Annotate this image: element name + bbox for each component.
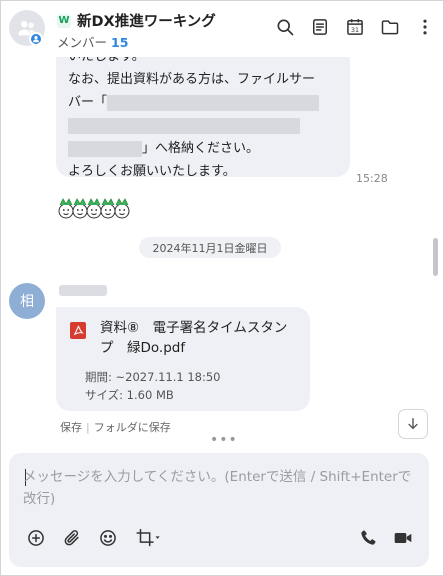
message-line: なお、提出資料がある方は、ファイルサー [68,72,316,87]
search-icon[interactable] [273,15,297,39]
message-time: 15:28 [356,172,388,185]
group-badge [29,32,43,46]
attach-icon[interactable] [61,527,83,549]
file-actions: 保存 | フォルダに保存 [60,419,171,435]
composer-tools [25,527,163,549]
arrow-down-icon [408,418,418,430]
more-indicator: ••• [210,432,238,447]
file-name[interactable]: 資料⑧ 電子署名タイムスタンプ 緑Do.pdf [100,318,300,358]
folder-icon[interactable] [378,15,402,39]
message-list[interactable]: いたします。 なお、提出資料がある方は、ファイルサー バー「 」へ格納ください。… [1,57,443,447]
message-text: 」へ格納ください。 [142,141,260,156]
message-line: 」へ格納ください。 [68,137,338,160]
sticker-faces-icon [58,198,130,219]
calendar-icon[interactable]: 31 [343,15,367,39]
message-line: よろしくお願いいたします。 [68,164,236,179]
pdf-file-icon [70,322,86,339]
calendar-day: 31 [351,27,359,34]
notes-icon[interactable] [308,15,332,39]
sticker-message[interactable] [57,197,131,221]
room-title-row[interactable]: W 新DX推進ワーキング [57,10,216,31]
file-expiry: 期間: ~2027.11.1 18:50 [85,370,221,384]
date-divider: 2024年11月1日金曜日 [139,237,281,258]
message-line: いたします。 [68,57,338,68]
message-composer [9,453,429,567]
crop-icon[interactable] [133,527,163,549]
chat-window: W 新DX推進ワーキング メンバー15 31 いたしま [0,0,444,576]
message-text: バー「 [68,95,108,110]
person-badge-icon [32,36,40,43]
redacted-text [68,140,142,157]
separator: | [86,420,90,434]
save-to-folder-link[interactable]: フォルダに保存 [94,419,171,435]
redacted-text [68,117,300,134]
file-size: サイズ: 1.60 MB [85,388,174,402]
file-meta: 期間: ~2027.11.1 18:50 サイズ: 1.60 MB [85,368,221,404]
works-logo-icon: W [57,13,71,28]
more-icon[interactable] [413,15,437,39]
chat-header: W 新DX推進ワーキング メンバー 15 31 [1,1,443,57]
member-count: 15 [111,35,129,50]
avatar[interactable]: 相 [9,283,45,319]
message-input[interactable] [23,466,418,510]
message-line [68,114,338,137]
video-icon[interactable] [392,527,414,549]
sender-name-redacted [59,285,107,296]
scroll-to-bottom-button[interactable] [398,409,428,439]
scrollbar[interactable] [433,238,438,276]
members-label: メンバー [57,35,108,50]
header-actions: 31 [273,15,437,39]
member-count-row[interactable]: メンバー 15 [57,32,128,51]
file-message-bubble[interactable]: 資料⑧ 電子署名タイムスタンプ 緑Do.pdf 期間: ~2027.11.1 1… [56,307,310,411]
emoji-icon[interactable] [97,527,119,549]
redacted-text [107,94,320,111]
save-link[interactable]: 保存 [60,419,82,435]
message-line: バー「 [68,91,338,114]
previous-message-bubble: いたします。 なお、提出資料がある方は、ファイルサー バー「 」へ格納ください。… [56,57,350,179]
room-title: 新DX推進ワーキング [77,14,216,30]
add-icon[interactable] [25,527,47,549]
phone-icon[interactable] [357,527,379,549]
